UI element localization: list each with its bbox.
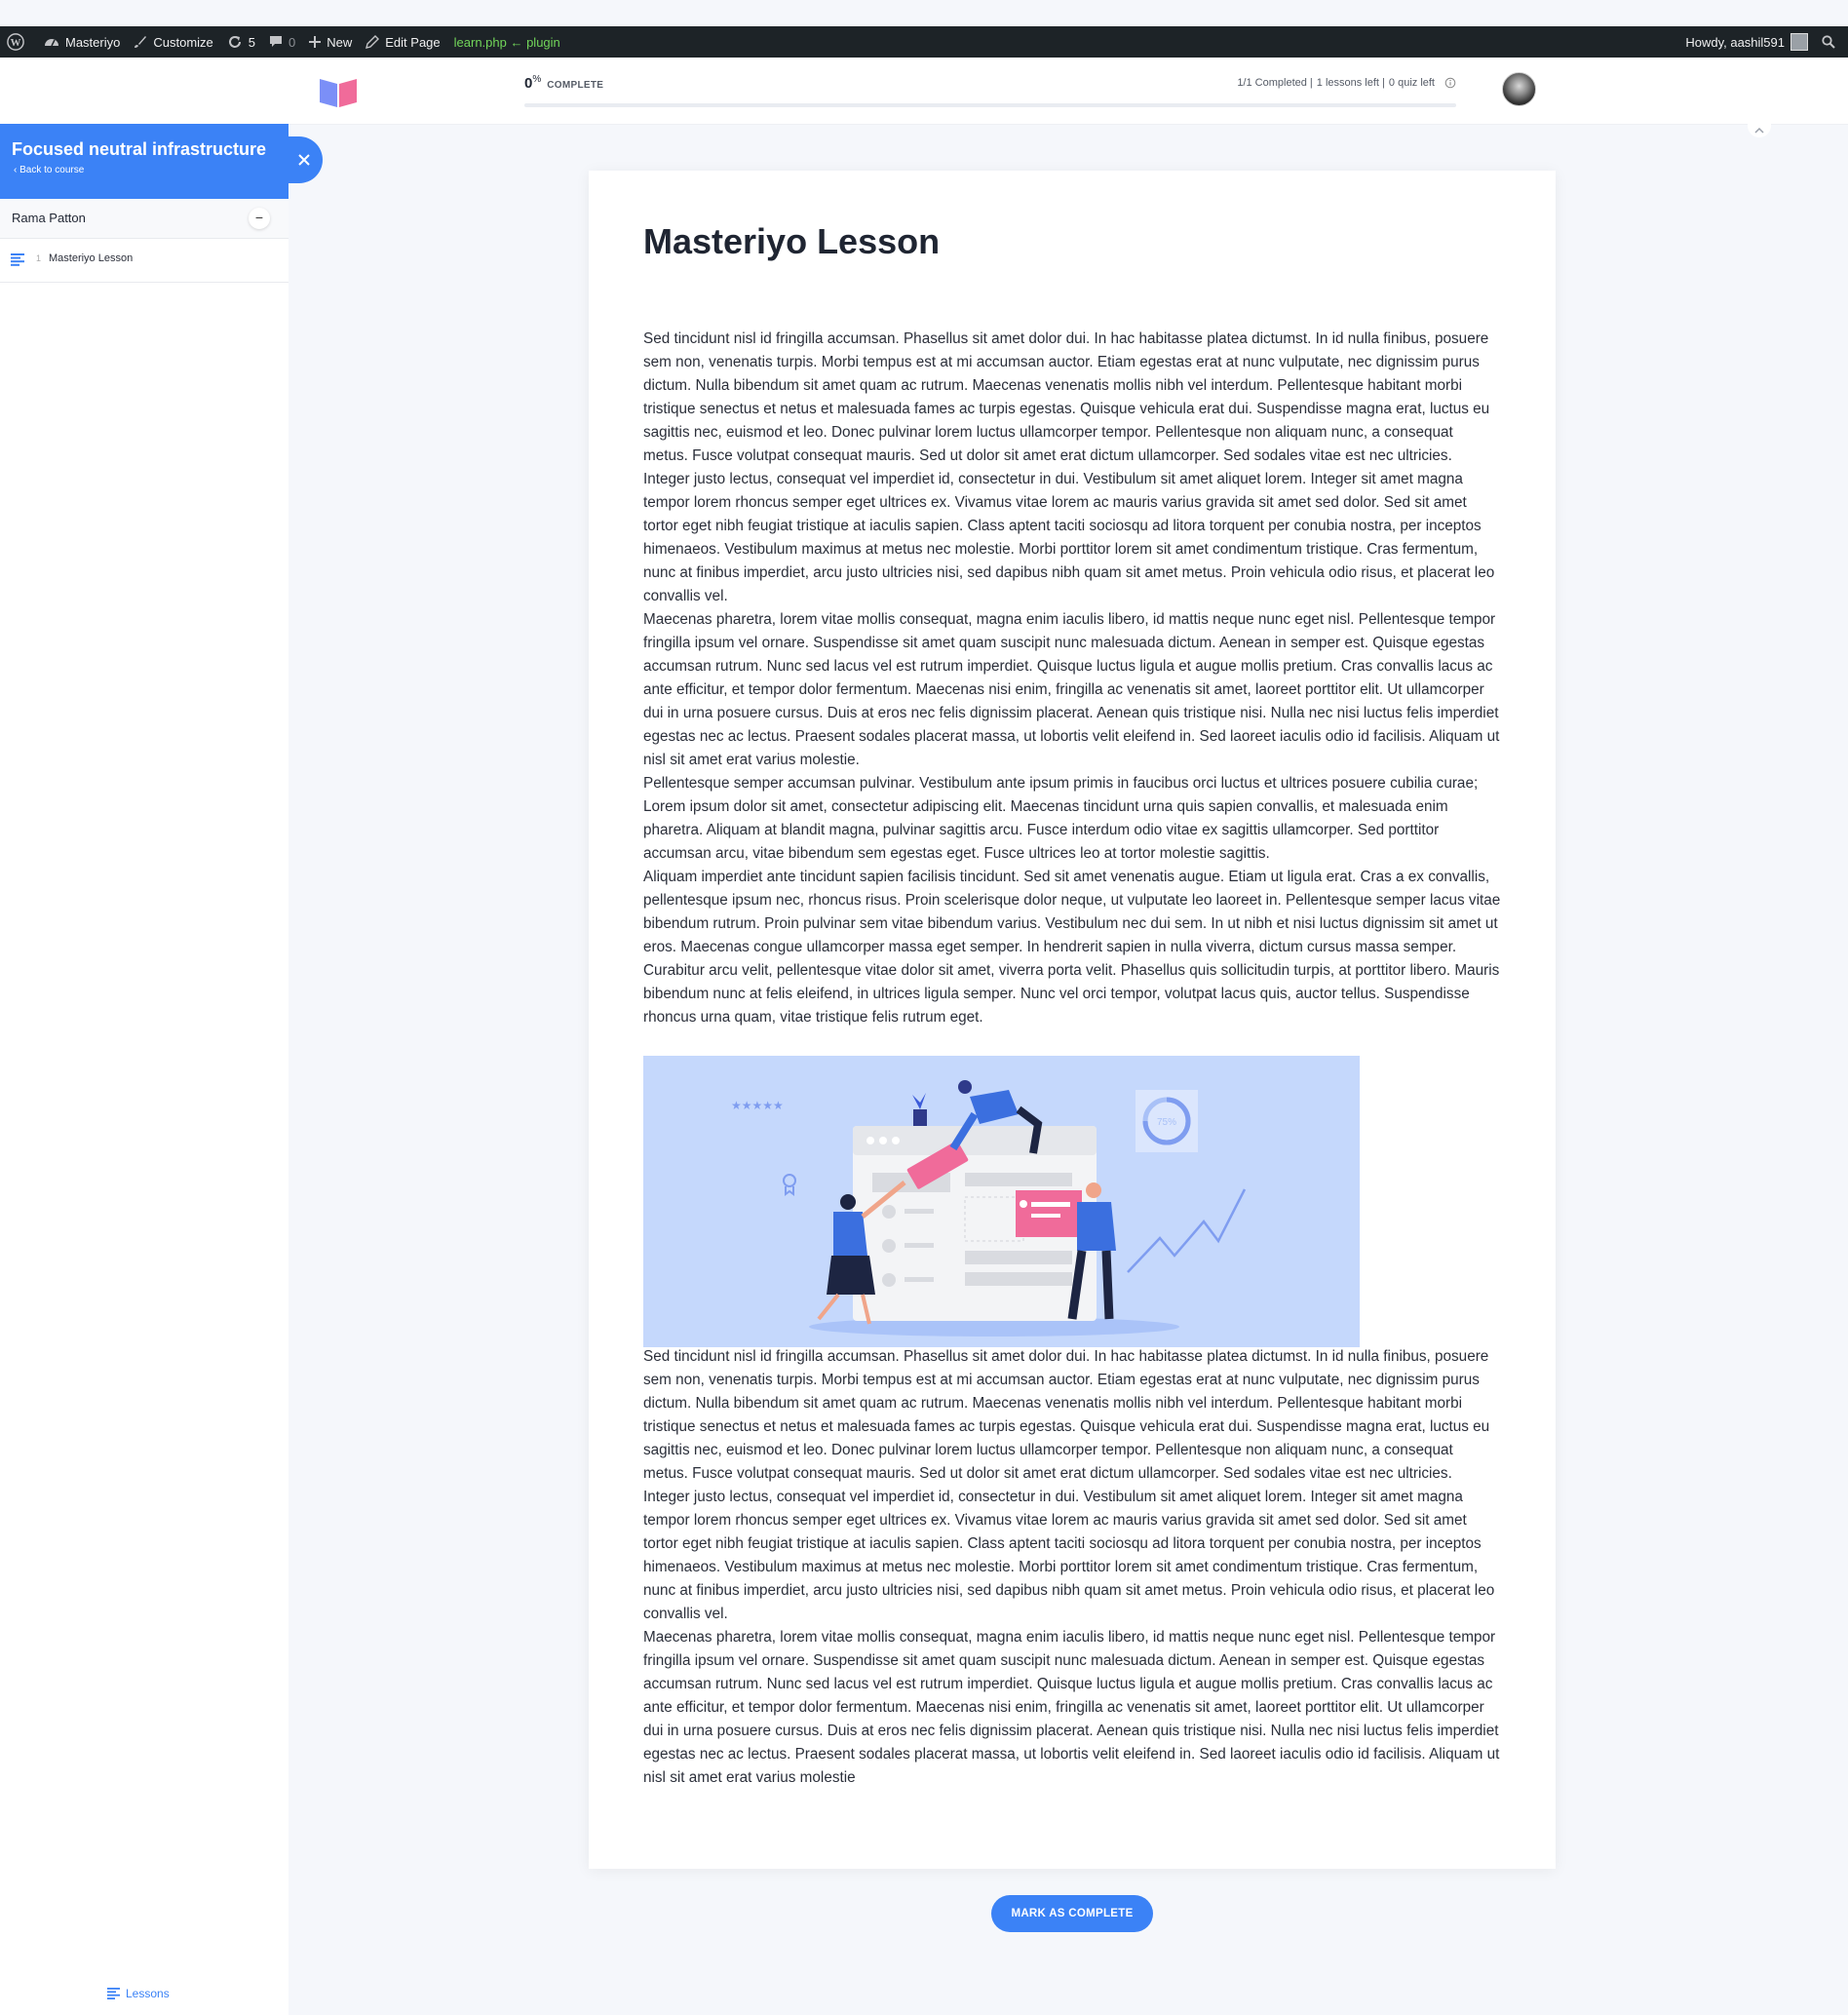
customize-label: Customize: [153, 34, 213, 50]
paragraph: Aliquam imperdiet ante tincidunt sapien …: [643, 869, 1501, 1026]
updates-count: 5: [248, 34, 256, 50]
quiz-left: 0 quiz left: [1388, 77, 1435, 89]
svg-text:75%: 75%: [1157, 1117, 1176, 1128]
site-name-link[interactable]: Masteriyo: [37, 26, 127, 58]
paragraph: Integer justo lectus, consequat vel impe…: [643, 1489, 1495, 1622]
sidebar-lesson-item[interactable]: 1 Masteriyo Lesson: [0, 239, 289, 283]
lesson-body-top: Sed tincidunt nisl id fringilla accumsan…: [643, 328, 1501, 1029]
course-sidebar: Focused neutral infrastructure ‹ Back to…: [0, 124, 289, 2015]
back-to-course-link[interactable]: ‹ Back to course: [14, 165, 84, 175]
info-icon[interactable]: [1444, 77, 1456, 89]
plus-icon: [309, 36, 322, 48]
progress-percent: 0%: [524, 74, 542, 92]
svg-text:★★★★★: ★★★★★: [731, 1099, 784, 1112]
lesson-title-heading: Masteriyo Lesson: [643, 221, 941, 261]
chevron-up-icon: [1754, 127, 1764, 134]
learn-header: 0% COMPLETE 1/1 Completed | 1 lessons lef…: [0, 58, 1848, 125]
wordpress-logo-icon[interactable]: W: [0, 26, 37, 58]
course-title: Focused neutral infrastructure: [12, 139, 267, 159]
back-label: Back to course: [19, 165, 85, 175]
progress-bar: [524, 103, 1456, 107]
comments-count: 0: [289, 34, 296, 50]
close-sidebar-button[interactable]: [286, 136, 323, 183]
site-name-label: Masteriyo: [65, 34, 121, 50]
progress-label: COMPLETE: [547, 80, 604, 91]
sidebar-header: Focused neutral infrastructure ‹ Back to…: [0, 124, 289, 199]
paragraph: Maecenas pharetra, lorem vitae mollis co…: [643, 611, 1500, 768]
search-icon[interactable]: [1815, 26, 1848, 58]
customize-link[interactable]: Customize: [127, 26, 219, 58]
lesson-illustration: ★★★★★ 75%: [643, 1056, 1360, 1347]
account-menu[interactable]: Howdy, aashil591: [1678, 26, 1815, 58]
pencil-icon: [366, 35, 380, 49]
mark-as-complete-button[interactable]: MARK AS COMPLETE: [991, 1895, 1153, 1932]
progress-stats: 1/1 Completed | 1 lessons left | 0 quiz …: [1237, 77, 1456, 89]
svg-text:W: W: [11, 37, 21, 49]
refresh-icon: [228, 36, 241, 48]
brush-icon: [135, 36, 147, 48]
lesson-number: 1: [36, 253, 42, 263]
comments-link[interactable]: 0: [262, 26, 302, 58]
template-debug-link[interactable]: learn.php ← plugin: [447, 26, 567, 58]
lessons-left: 1 lessons left |: [1316, 77, 1385, 89]
admin-bar: W Masteriyo Customize 5 0 New Edit Page …: [0, 26, 1848, 58]
paragraph: Sed tincidunt nisl id fringilla accumsan…: [643, 330, 1490, 464]
collapse-section-button[interactable]: −: [249, 208, 270, 229]
admin-avatar: [1790, 33, 1808, 51]
section-title: Rama Patton: [12, 211, 86, 225]
user-avatar[interactable]: [1502, 72, 1536, 106]
paragraph: Maecenas pharetra, lorem vitae mollis co…: [643, 1629, 1500, 1786]
comment-icon: [270, 36, 283, 47]
edit-page-link[interactable]: Edit Page: [359, 26, 446, 58]
section-header[interactable]: Rama Patton −: [0, 199, 289, 239]
paragraph: Pellentesque semper accumsan pulvinar. V…: [643, 775, 1479, 862]
course-progress: 0% COMPLETE 1/1 Completed | 1 lessons lef…: [524, 74, 1456, 107]
chevron-left-icon: ‹: [14, 165, 18, 175]
new-label: New: [327, 34, 353, 50]
dashboard-icon: [45, 39, 58, 47]
updates-link[interactable]: 5: [220, 26, 262, 58]
paragraph: Sed tincidunt nisl id fringilla accumsan…: [643, 1348, 1490, 1482]
close-icon: [298, 154, 310, 166]
lessons-tab-label: Lessons: [126, 1987, 170, 2000]
lesson-title: Masteriyo Lesson: [49, 252, 134, 264]
sidebar-lessons-tab[interactable]: Lessons: [107, 1987, 170, 2000]
new-content-link[interactable]: New: [302, 26, 359, 58]
lesson-content-card: Masteriyo Lesson Sed tincidunt nisl id f…: [589, 171, 1556, 1869]
paragraph: Integer justo lectus, consequat vel impe…: [643, 471, 1495, 604]
collapse-header-button[interactable]: [1748, 124, 1771, 137]
lesson-body-bottom: Sed tincidunt nisl id fringilla accumsan…: [643, 1345, 1501, 1790]
lessons-icon: [107, 1988, 120, 1999]
masteriyo-logo[interactable]: [318, 75, 359, 113]
edit-page-label: Edit Page: [385, 34, 441, 50]
greeting-label: Howdy, aashil591: [1685, 34, 1785, 50]
completed-count: 1/1 Completed |: [1237, 77, 1313, 89]
lesson-text-icon: [11, 253, 24, 266]
